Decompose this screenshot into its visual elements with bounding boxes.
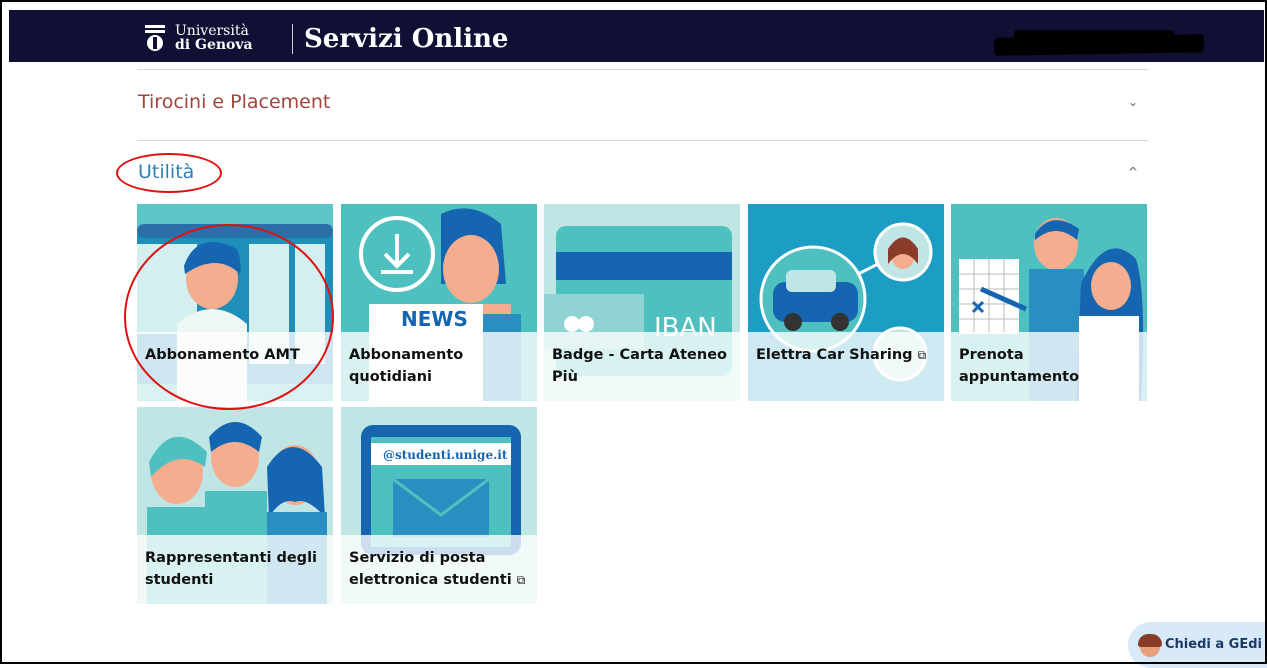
- tile-elettra-car-sharing[interactable]: Elettra Car Sharing ⧉: [748, 204, 944, 401]
- tile-abbonamento-quotidiani[interactable]: NEWS Abbonamento quotidiani: [341, 204, 537, 401]
- assistant-hair-icon: [1138, 634, 1162, 647]
- tile-badge-carta-ateneo[interactable]: IBAN Badge - Carta Ateneo Più: [544, 204, 740, 401]
- divider: [137, 69, 1148, 70]
- email-address-art-text: @studenti.unige.it: [383, 448, 508, 462]
- tile-label-text: Elettra Car Sharing: [756, 347, 913, 363]
- tile-rappresentanti-studenti[interactable]: Rappresentanti degli studenti: [137, 407, 333, 604]
- chat-help-label: Chiedi a GEdi: [1165, 637, 1262, 652]
- chat-help-button[interactable]: Chiedi a GEdi: [1128, 622, 1267, 668]
- tile-label: Servizio di posta elettronica studenti ⧉: [349, 547, 533, 591]
- tile-label-text: Servizio di posta elettronica studenti: [349, 550, 512, 588]
- external-link-icon: ⧉: [917, 348, 927, 362]
- tile-posta-elettronica[interactable]: @studenti.unige.it Servizio di posta ele…: [341, 407, 537, 604]
- tile-label: Prenota appuntamento: [959, 347, 1080, 385]
- university-line1: Università: [175, 23, 249, 39]
- chevron-up-icon[interactable]: ^: [1128, 165, 1138, 179]
- header-divider: [292, 24, 293, 54]
- top-bar: Università di Genova Servizi Online: [9, 10, 1264, 62]
- tile-label: Rappresentanti degli studenti: [145, 550, 318, 588]
- tile-label: Abbonamento quotidiani: [349, 347, 464, 385]
- tile-label: Elettra Car Sharing ⧉: [756, 344, 940, 366]
- annotation-circle: [124, 224, 334, 410]
- tile-label: Badge - Carta Ateneo Più: [552, 347, 727, 385]
- tile-prenota-appuntamento[interactable]: Prenota appuntamento: [951, 204, 1147, 401]
- university-line2: di Genova: [175, 37, 253, 53]
- university-logo-icon: [145, 25, 165, 51]
- section-tirocini-header[interactable]: Tirocini e Placement: [138, 90, 330, 114]
- redacted-user-name: [993, 34, 1205, 56]
- divider: [137, 140, 1148, 141]
- tile-caption-bg: [748, 332, 944, 401]
- news-art-text: NEWS: [401, 307, 468, 331]
- university-name[interactable]: Università di Genova: [175, 24, 253, 52]
- chevron-down-icon[interactable]: ⌄: [1128, 95, 1138, 109]
- external-link-icon: ⧉: [516, 573, 526, 587]
- page-title[interactable]: Servizi Online: [304, 24, 508, 54]
- annotation-ellipse: [116, 153, 222, 193]
